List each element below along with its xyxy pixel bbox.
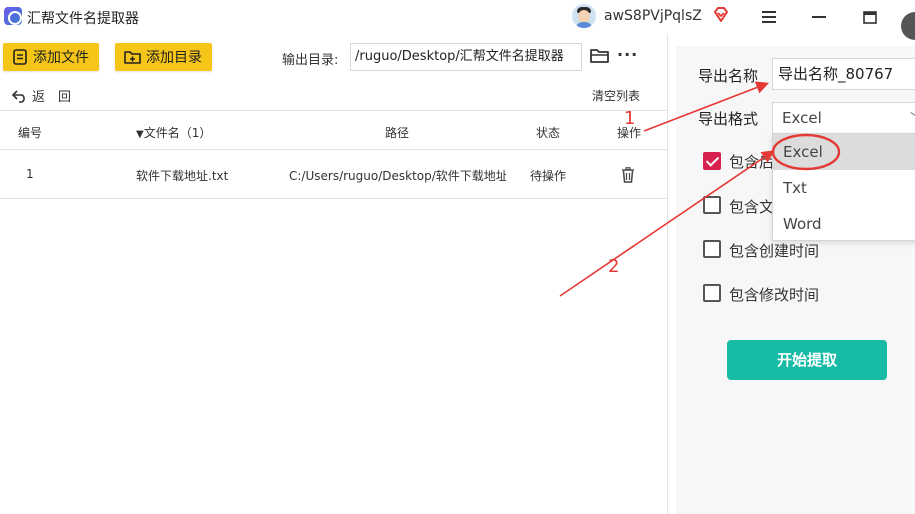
app-title: 汇帮文件名提取器 [27,11,139,27]
option-checkbox-3[interactable] [703,240,721,258]
back-arrow-icon [12,89,25,103]
format-dropdown-list: Excel Txt Word [772,133,915,241]
export-name-label: 导出名称 [698,67,759,85]
table-header: 编号 ▼文件名（1） 路径 状态 操作 [0,110,668,150]
add-file-label: 添加文件 [33,50,89,66]
username[interactable]: awS8PVjPqlsZ [604,8,702,24]
col-status: 状态 [536,126,561,140]
annotation-step-2: 2 [608,256,620,277]
hamburger-menu-icon [762,11,776,23]
user-avatar[interactable] [572,4,596,28]
option-label-1: 包含后 [729,153,775,171]
file-list-panel: 添加文件 添加目录 输出目录: /ruguo/Desktop/汇帮文件名提取器 … [0,34,668,514]
row-index: 1 [26,167,34,181]
back-label: 返 回 [32,90,72,105]
chevron-down-icon: ﹀ [910,103,915,133]
maximize-icon [863,10,877,24]
app-logo-icon [4,7,22,25]
row-status: 待操作 [530,169,567,183]
back-button[interactable]: 返 回 [12,86,71,105]
minimize-button[interactable] [797,0,841,34]
option-checkbox-1[interactable] [703,152,721,170]
format-option-txt[interactable]: Txt [773,170,915,206]
output-dir-label: 输出目录: [282,53,339,68]
col-filename[interactable]: ▼文件名（1） [136,124,211,141]
vip-diamond-icon[interactable] [712,6,730,24]
folder-plus-icon [124,51,141,64]
add-directory-label: 添加目录 [146,50,202,66]
option-checkbox-2[interactable] [703,196,721,214]
minimize-icon [812,16,826,18]
title-bar: 汇帮文件名提取器 awS8PVjPqlsZ [0,0,915,40]
add-file-button[interactable]: 添加文件 [3,43,99,71]
file-list-icon [13,49,27,65]
export-format-value: Excel [782,109,822,127]
option-label-3: 包含创建时间 [729,242,820,260]
export-format-label: 导出格式 [698,110,759,128]
format-option-excel[interactable]: Excel [773,134,915,170]
col-path: 路径 [385,126,410,140]
start-extract-button[interactable]: 开始提取 [727,340,887,380]
export-name-input[interactable]: 导出名称_80767 [772,58,915,90]
option-label-2: 包含文 [729,198,775,216]
output-dir-input[interactable]: /ruguo/Desktop/汇帮文件名提取器 [350,43,582,71]
col-index: 编号 [18,126,43,140]
row-filename: 软件下载地址.txt [136,169,229,183]
maximize-button[interactable] [848,0,892,34]
row-path: C:/Users/ruguo/Desktop/软件下载地址 [289,169,506,183]
clear-list-button[interactable]: 清空列表 [592,87,640,104]
annotation-step-1: 1 [624,108,636,129]
menu-button[interactable] [747,0,791,34]
app-window: 汇帮文件名提取器 awS8PVjPqlsZ 添加文件 添加目录 输出目录: /r… [0,0,915,514]
col-filename-label: 文件名（1） [143,126,212,140]
open-folder-icon[interactable] [590,47,610,65]
sort-down-icon: ▼ [136,129,144,140]
option-checkbox-4[interactable] [703,284,721,302]
format-option-word[interactable]: Word [773,206,915,242]
table-row[interactable]: 1 软件下载地址.txt C:/Users/ruguo/Desktop/软件下载… [0,150,668,199]
delete-trash-icon[interactable] [621,167,635,183]
option-label-4: 包含修改时间 [729,286,820,304]
add-directory-button[interactable]: 添加目录 [115,43,212,71]
close-button[interactable] [901,12,915,40]
export-format-select[interactable]: Excel ﹀ [772,102,915,134]
more-options-icon[interactable]: ··· [617,45,638,64]
